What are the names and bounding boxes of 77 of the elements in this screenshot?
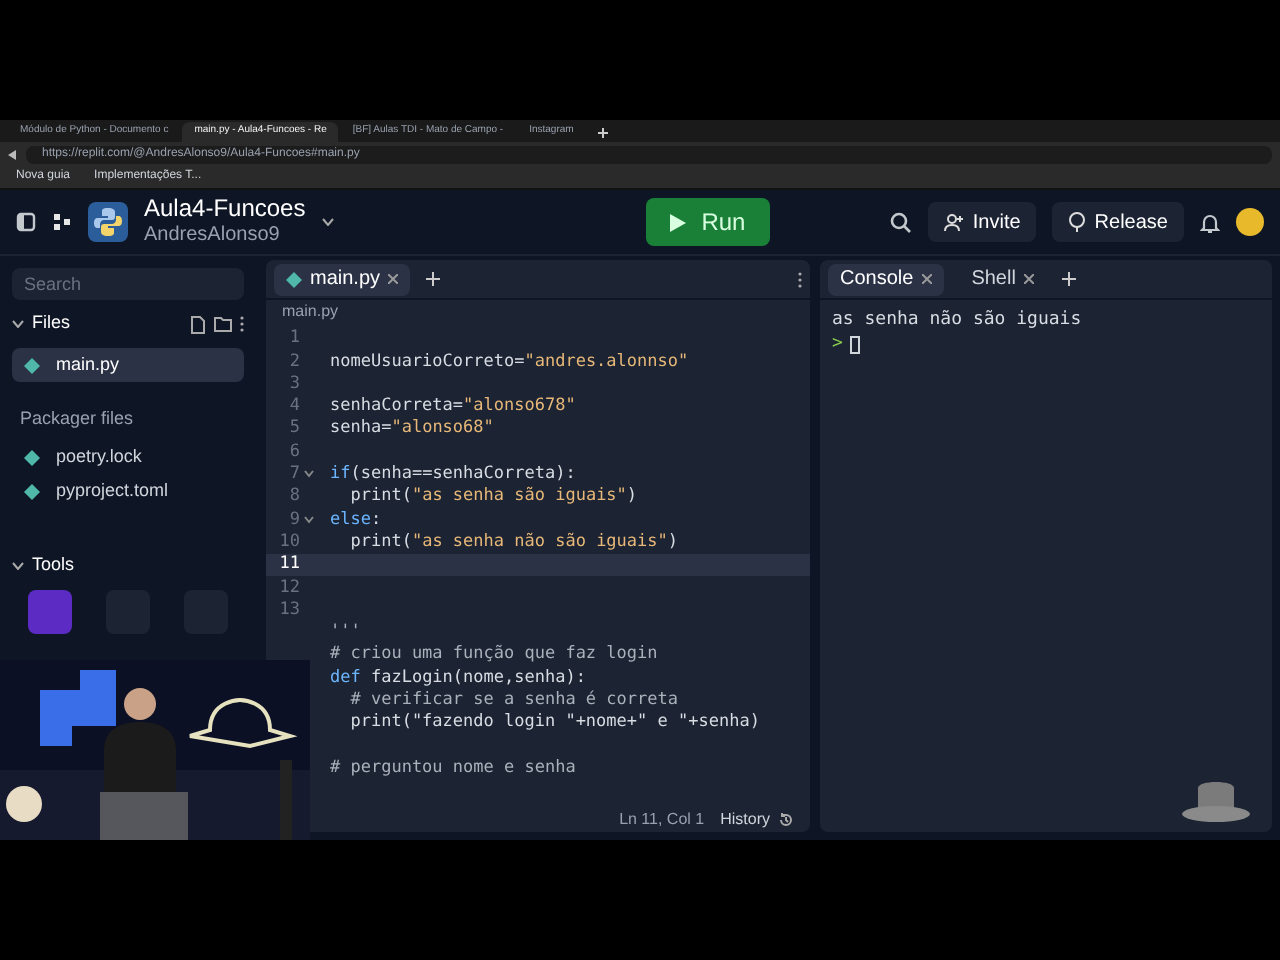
new-file-icon[interactable] bbox=[190, 315, 206, 333]
chevron-icon[interactable] bbox=[321, 218, 334, 226]
sidebar-toggle-icon[interactable] bbox=[16, 212, 36, 232]
section-heading: Packager files bbox=[18, 406, 136, 432]
invite-button[interactable]: Invite bbox=[928, 202, 1037, 242]
code-line: print("as senha são iguais") bbox=[348, 484, 638, 511]
line-number: 7 bbox=[289, 462, 300, 487]
chevron-icon[interactable] bbox=[12, 561, 24, 569]
line-number: 4 bbox=[289, 394, 300, 419]
fold-icon[interactable] bbox=[304, 470, 314, 479]
balloon-icon bbox=[1068, 212, 1087, 232]
breadcrumb[interactable]: main.py bbox=[282, 300, 339, 324]
line-number: 11 bbox=[279, 552, 300, 578]
code-line: print("as senha não são iguais") bbox=[348, 529, 679, 556]
code-line: else: bbox=[328, 507, 382, 533]
chevron-icon[interactable] bbox=[12, 320, 24, 328]
line-number: 10 bbox=[279, 529, 300, 555]
owner-name[interactable]: AndresAlonso9 bbox=[144, 224, 306, 250]
nodes-icon[interactable] bbox=[52, 212, 72, 232]
back-icon[interactable] bbox=[8, 149, 18, 159]
file-item[interactable]: poetry.lock bbox=[12, 441, 244, 475]
play-icon bbox=[669, 213, 686, 231]
add-user-icon bbox=[944, 213, 965, 231]
line-number: 9 bbox=[289, 507, 300, 533]
new-folder-icon[interactable] bbox=[214, 316, 232, 332]
code-line: ''' bbox=[328, 620, 361, 645]
line-number: 6 bbox=[289, 439, 300, 465]
prompt-symbol: > bbox=[832, 332, 843, 356]
bell-icon[interactable] bbox=[1200, 211, 1220, 233]
cursor-position: Ln 11, Col 1 bbox=[619, 807, 705, 831]
search-field[interactable]: Search bbox=[12, 268, 244, 300]
file-item[interactable]: main.py bbox=[12, 348, 244, 382]
code-line: # verificar se a senha é correta bbox=[348, 688, 678, 713]
avatar-icon[interactable] bbox=[1236, 208, 1264, 236]
run-button[interactable]: Run bbox=[645, 198, 770, 246]
file-item[interactable]: pyproject.toml bbox=[12, 475, 244, 509]
code-line: if(senha==senhaCorreta): bbox=[328, 462, 576, 486]
file-type-icon bbox=[24, 484, 40, 500]
console-output: as senha não são iguais bbox=[832, 308, 1084, 332]
fold-icon[interactable] bbox=[304, 516, 314, 525]
line-number: 8 bbox=[289, 484, 300, 511]
section-heading[interactable]: Tools bbox=[32, 551, 75, 579]
code-line: # perguntou nome e senha bbox=[328, 755, 576, 782]
console-tab[interactable]: Console bbox=[828, 263, 944, 295]
line-number: 1 bbox=[289, 326, 300, 353]
add-icon[interactable] bbox=[426, 272, 441, 286]
line-number: 2 bbox=[289, 349, 300, 375]
python-logo-icon bbox=[88, 202, 128, 242]
code-line: nomeUsuarioCorreto="andres.alonnso" bbox=[328, 349, 689, 375]
file-type-icon bbox=[24, 357, 40, 373]
repl-name[interactable]: Aula4-Funcoes bbox=[144, 194, 306, 225]
line-number: 12 bbox=[279, 575, 300, 601]
file-type-icon bbox=[24, 450, 40, 466]
code-line: print("fazendo login "+nome+" e "+senha) bbox=[348, 710, 760, 737]
line-number: 5 bbox=[289, 416, 300, 443]
line-number: 3 bbox=[289, 371, 300, 397]
code-line: senha="alonso68" bbox=[328, 416, 494, 443]
history-button[interactable]: History bbox=[720, 807, 794, 831]
section-heading[interactable]: Files bbox=[32, 310, 71, 338]
add-icon[interactable] bbox=[1061, 272, 1076, 286]
shell-tab[interactable]: Shell bbox=[959, 263, 1046, 295]
hat-icon bbox=[1180, 776, 1252, 828]
tool-tile[interactable] bbox=[28, 589, 72, 633]
file-type-icon bbox=[286, 271, 302, 287]
release-button[interactable]: Release bbox=[1052, 202, 1184, 242]
close-icon[interactable] bbox=[1023, 274, 1034, 284]
editor-tab[interactable]: main.py bbox=[274, 263, 411, 295]
search-icon[interactable] bbox=[890, 211, 913, 233]
history-icon bbox=[778, 811, 794, 827]
code-line: senhaCorreta="alonso678" bbox=[328, 394, 576, 419]
close-icon[interactable] bbox=[388, 274, 399, 284]
line-number: 13 bbox=[279, 597, 300, 624]
add-icon[interactable] bbox=[597, 128, 608, 138]
code-line: def fazLogin(nome,senha): bbox=[328, 665, 586, 691]
code-line: # criou uma função que faz login bbox=[328, 642, 658, 669]
text-cursor bbox=[850, 335, 861, 353]
close-icon[interactable] bbox=[921, 274, 932, 284]
